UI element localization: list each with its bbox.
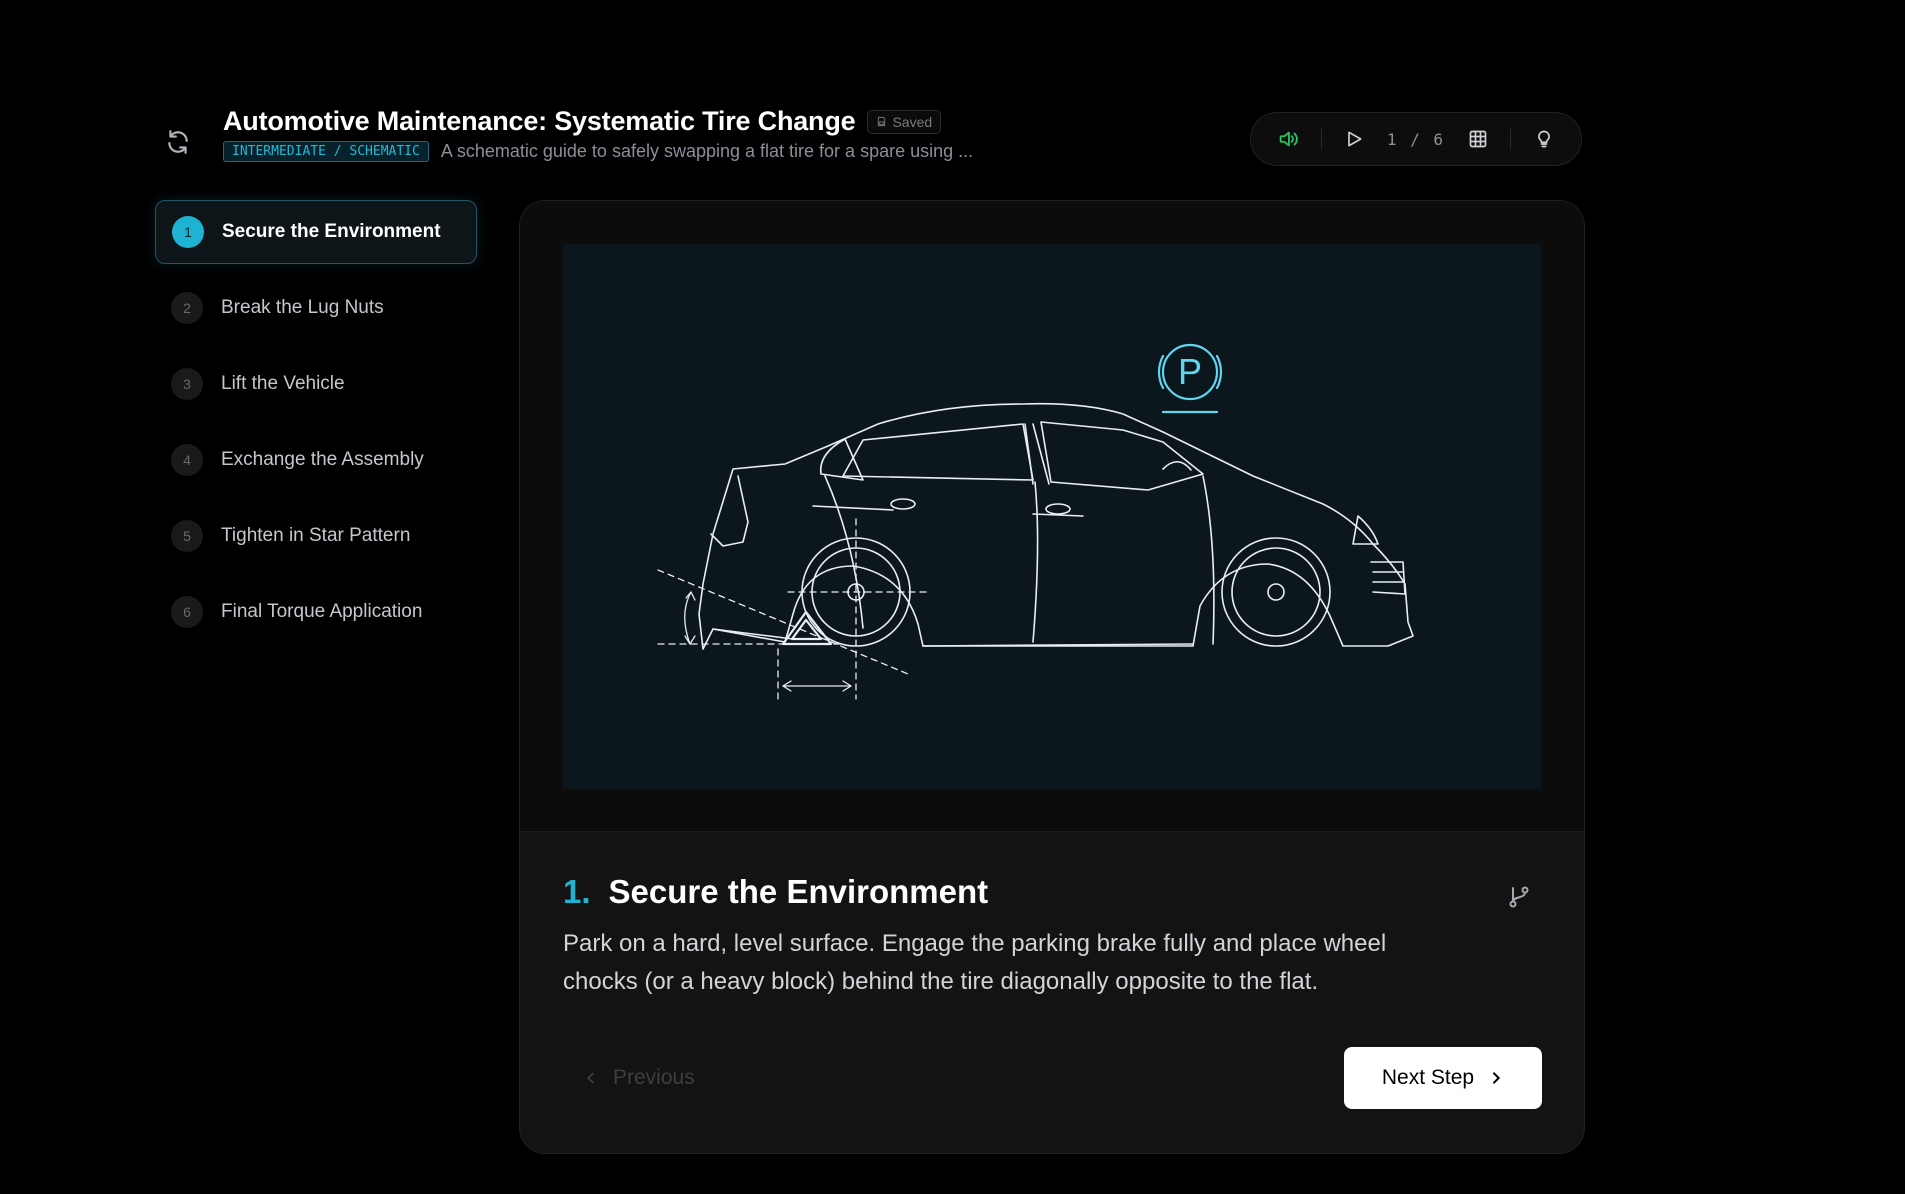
sidebar-item-star-pattern[interactable]: 5 Tighten in Star Pattern <box>155 504 477 568</box>
sidebar-item-secure-environment[interactable]: 1 Secure the Environment <box>155 200 477 264</box>
step-heading-title: Secure the Environment <box>608 873 989 910</box>
front-wheel <box>1221 537 1331 647</box>
dimension-lines <box>657 518 929 700</box>
page-subtitle: A schematic guide to safely swapping a f… <box>440 141 974 161</box>
page-separator: / <box>1410 129 1422 149</box>
next-step-button[interactable]: Next Step <box>1344 1047 1542 1109</box>
play-button[interactable] <box>1336 121 1372 157</box>
parking-brake-icon: P <box>1157 343 1223 414</box>
step-card: P 1. Secure the Environment Park on a ha… <box>519 200 1585 1154</box>
hint-button[interactable] <box>1526 121 1562 157</box>
step-number-badge: 6 <box>171 596 203 628</box>
toolbar-divider <box>1510 129 1512 149</box>
step-number-badge: 4 <box>171 444 203 476</box>
toolbar-divider <box>1320 129 1322 149</box>
next-label: Next Step <box>1381 1066 1475 1089</box>
step-number-badge: 5 <box>171 520 203 552</box>
previous-button[interactable]: Previous <box>559 1047 719 1109</box>
measurement-arrows <box>684 591 852 692</box>
sidebar-item-label: Break the Lug Nuts <box>221 297 384 318</box>
chevron-right-icon <box>1493 1072 1501 1084</box>
illustration-panel: P <box>520 201 1584 832</box>
step-content: 1. Secure the Environment Park on a hard… <box>563 873 1541 1001</box>
refresh-icon <box>168 130 188 154</box>
page-total: 6 <box>1433 129 1446 149</box>
page-current: 1 <box>1386 129 1399 149</box>
lightbulb-icon <box>1537 130 1550 148</box>
chevron-left-icon <box>587 1072 594 1084</box>
saved-label: Saved <box>892 113 933 130</box>
save-icon <box>878 116 886 127</box>
sound-button[interactable] <box>1270 121 1306 157</box>
page-indicator: 1 / 6 <box>1387 130 1445 149</box>
previous-label: Previous <box>613 1066 695 1089</box>
parking-brake-letter: P <box>1178 351 1202 392</box>
sidebar-item-break-lug-nuts[interactable]: 2 Break the Lug Nuts <box>155 276 477 340</box>
step-number-badge: 2 <box>171 292 203 324</box>
grid-icon <box>1469 130 1486 148</box>
step-number-badge: 1 <box>172 216 204 248</box>
sidebar-item-label: Secure the Environment <box>222 221 441 242</box>
branch-icon <box>1509 886 1529 908</box>
sidebar-item-label: Final Torque Application <box>221 601 423 622</box>
speaker-icon <box>1280 131 1299 147</box>
sidebar-item-label: Lift the Vehicle <box>221 373 345 394</box>
difficulty-tag: INTERMEDIATE / SCHEMATIC <box>223 141 429 162</box>
sidebar-item-label: Exchange the Assembly <box>221 449 424 470</box>
saved-badge: Saved <box>867 109 942 134</box>
step-number-badge: 3 <box>171 368 203 400</box>
step-description: Park on a hard, level surface. Engage th… <box>563 930 1387 995</box>
step-heading: 1. Secure the Environment <box>563 873 1541 911</box>
page-title: Automotive Maintenance: Systematic Tire … <box>223 106 856 136</box>
player-toolbar: 1 / 6 <box>1250 112 1582 166</box>
step-heading-number: 1. <box>563 873 591 910</box>
sidebar-item-exchange-assembly[interactable]: 4 Exchange the Assembly <box>155 428 477 492</box>
sidebar-item-lift-vehicle[interactable]: 3 Lift the Vehicle <box>155 352 477 416</box>
sidebar-item-final-torque[interactable]: 6 Final Torque Application <box>155 580 477 644</box>
grid-view-button[interactable] <box>1460 121 1496 157</box>
steps-sidebar: 1 Secure the Environment 2 Break the Lug… <box>155 200 477 656</box>
sidebar-item-label: Tighten in Star Pattern <box>221 525 411 546</box>
lesson-header: Automotive Maintenance: Systematic Tire … <box>223 106 973 162</box>
play-icon <box>1348 131 1362 147</box>
branch-button[interactable] <box>1507 885 1531 914</box>
refresh-button[interactable] <box>160 124 196 160</box>
car-schematic-illustration: P <box>563 244 1541 789</box>
